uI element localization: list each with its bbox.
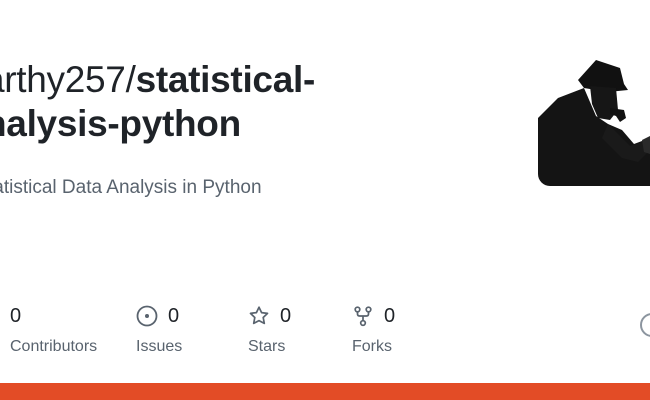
owner-avatar — [538, 58, 650, 186]
repo-owner[interactable]: arthy257/ — [0, 59, 136, 100]
repo-name-line2[interactable]: nalysis-python — [0, 102, 315, 146]
stat-contributors[interactable]: 0 Contributors — [10, 304, 97, 356]
issues-label: Issues — [136, 338, 183, 355]
detective-silhouette-icon — [538, 60, 650, 186]
contributors-count: 0 — [10, 304, 22, 327]
repo-name-line1[interactable]: statistical- — [136, 59, 316, 100]
language-bar — [0, 383, 650, 400]
contributors-label: Contributors — [10, 338, 98, 355]
forks-count: 0 — [384, 304, 396, 327]
repo-description: tatistical Data Analysis in Python — [0, 177, 262, 198]
stat-forks[interactable]: 0 Forks — [352, 304, 395, 356]
stat-stars[interactable]: 0 Stars — [248, 304, 291, 356]
stat-issues[interactable]: 0 Issues — [136, 304, 182, 356]
fork-icon — [352, 305, 374, 327]
issues-count: 0 — [168, 304, 180, 327]
stars-count: 0 — [280, 304, 292, 327]
stars-label: Stars — [248, 338, 286, 355]
forks-label: Forks — [352, 338, 392, 355]
github-logo-icon — [640, 313, 650, 337]
issue-icon — [136, 305, 158, 327]
star-icon — [248, 305, 270, 327]
repo-title[interactable]: arthy257/statistical- nalysis-python — [0, 58, 315, 146]
